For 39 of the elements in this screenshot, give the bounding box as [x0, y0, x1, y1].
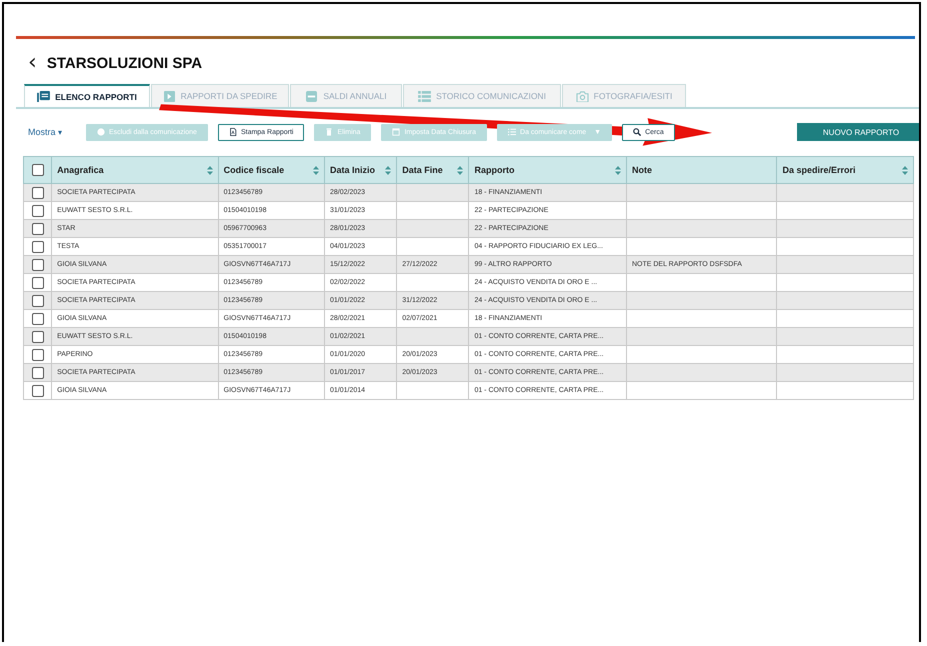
- sort-icon[interactable]: [312, 166, 319, 174]
- new-report-button[interactable]: NUOVO RAPPORTO: [797, 123, 919, 141]
- sort-icon[interactable]: [385, 166, 392, 174]
- sort-icon[interactable]: [457, 166, 464, 174]
- tab-icon: [576, 90, 589, 102]
- row-checkbox[interactable]: [32, 276, 44, 288]
- button-icon: [392, 128, 400, 136]
- sort-icon[interactable]: [206, 166, 213, 174]
- column-header[interactable]: Da spedire/Errori: [782, 165, 856, 175]
- tab-icon: [418, 90, 432, 102]
- button-icon: [325, 128, 334, 136]
- row-checkbox[interactable]: [32, 312, 44, 324]
- page-title: STARSOLUZIONI SPA: [46, 54, 202, 72]
- show-menu[interactable]: Mostra ▾: [28, 127, 76, 137]
- back-icon[interactable]: ‹: [28, 52, 37, 74]
- row-checkbox[interactable]: [32, 384, 44, 396]
- button-icon: [228, 128, 237, 136]
- row-checkbox[interactable]: [32, 240, 44, 252]
- column-header[interactable]: Rapporto: [474, 165, 514, 175]
- row-checkbox[interactable]: [32, 186, 44, 198]
- sort-icon[interactable]: [902, 166, 908, 174]
- tab-icon: [37, 91, 50, 102]
- row-checkbox[interactable]: [32, 348, 44, 360]
- row-checkbox[interactable]: [32, 222, 44, 234]
- row-checkbox[interactable]: [32, 258, 44, 270]
- column-header[interactable]: Anagrafica: [57, 165, 104, 175]
- tab-icon: [305, 90, 318, 102]
- row-checkbox[interactable]: [32, 294, 44, 306]
- select-all-checkbox[interactable]: [32, 164, 44, 176]
- row-checkbox[interactable]: [32, 204, 44, 216]
- tab-icon: [162, 90, 176, 102]
- button-icon: [508, 128, 516, 136]
- button-icon: [97, 128, 106, 136]
- row-checkbox[interactable]: [32, 330, 44, 342]
- button-icon: [633, 128, 642, 136]
- row-checkbox[interactable]: [32, 366, 44, 378]
- tab[interactable]: ELENCO RAPPORTI: [24, 84, 150, 107]
- column-header[interactable]: Note: [632, 165, 652, 175]
- sort-icon[interactable]: [614, 166, 621, 174]
